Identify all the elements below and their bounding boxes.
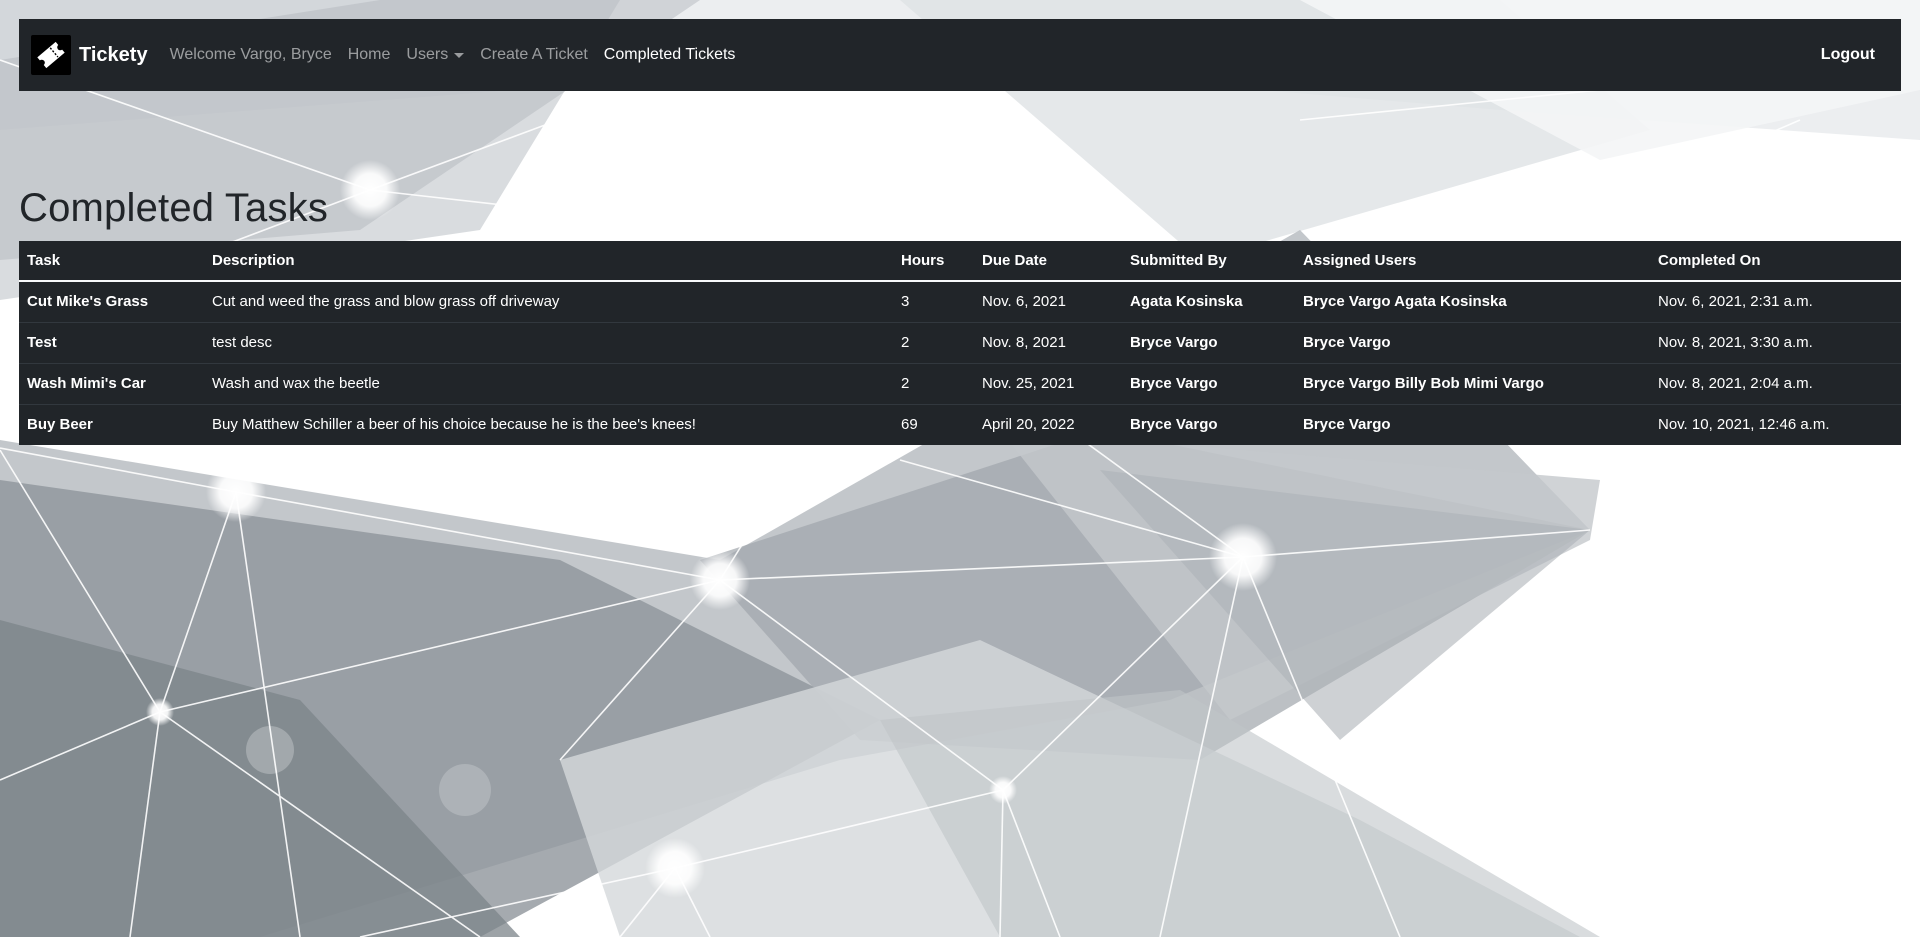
cell-task: Wash Mimi's Car (27, 375, 146, 392)
nav-home-link[interactable]: Home (348, 46, 391, 64)
cell-assigned-users: Bryce Vargo Agata Kosinska (1303, 293, 1507, 311)
table-header: Task Description Hours Due Date Submitte… (19, 241, 1901, 282)
top-navbar: Tickety Welcome Vargo, Bryce Home Users … (19, 19, 1901, 91)
header-description: Description (204, 241, 893, 282)
header-completed-on: Completed On (1650, 241, 1901, 282)
cell-description: Wash and wax the beetle (212, 375, 380, 392)
cell-submitted-by: Bryce Vargo (1130, 375, 1218, 392)
completed-tasks-table-wrap: Task Description Hours Due Date Submitte… (19, 241, 1901, 445)
cell-task: Cut Mike's Grass (27, 293, 149, 311)
nav-links: Welcome Vargo, Bryce Home Users Create A… (170, 46, 752, 64)
cell-description: Cut and weed the grass and blow grass of… (212, 293, 560, 311)
logout-link[interactable]: Logout (1821, 46, 1875, 64)
cell-due-date: Nov. 8, 2021 (982, 334, 1066, 351)
brand-link[interactable]: Tickety (31, 35, 148, 75)
table-body: Cut Mike's Grass Cut and weed the grass … (19, 281, 1901, 445)
header-hours: Hours (893, 241, 974, 282)
cell-assigned-users: Bryce Vargo (1303, 334, 1391, 351)
caret-down-icon (454, 52, 465, 58)
cell-assigned-users: Bryce Vargo (1303, 416, 1391, 434)
cell-hours: 3 (901, 293, 910, 311)
cell-completed-on: Nov. 8, 2021, 2:04 a.m. (1658, 375, 1813, 392)
nav-users-label: Users (406, 46, 449, 63)
cell-completed-on: Nov. 10, 2021, 12:46 a.m. (1658, 416, 1830, 434)
background-network-image (0, 0, 1920, 937)
cell-due-date: April 20, 2022 (982, 416, 1075, 434)
table-row: Cut Mike's Grass Cut and weed the grass … (19, 281, 1901, 322)
cell-submitted-by: Bryce Vargo (1130, 334, 1218, 351)
cell-task: Buy Beer (27, 416, 93, 434)
cell-due-date: Nov. 25, 2021 (982, 375, 1075, 392)
table-row: Buy Beer Buy Matthew Schiller a beer of … (19, 404, 1901, 445)
cell-completed-on: Nov. 6, 2021, 2:31 a.m. (1658, 293, 1813, 311)
cell-due-date: Nov. 6, 2021 (982, 293, 1066, 311)
table-row: Wash Mimi's Car Wash and wax the beetle … (19, 363, 1901, 404)
page-title: Completed Tasks (19, 186, 329, 230)
nav-users-dropdown[interactable]: Users (406, 46, 465, 64)
cell-hours: 2 (901, 334, 910, 351)
header-task: Task (19, 241, 204, 282)
cell-completed-on: Nov. 8, 2021, 3:30 a.m. (1658, 334, 1813, 351)
completed-tasks-table: Task Description Hours Due Date Submitte… (19, 241, 1901, 445)
nav-completed-tickets-link[interactable]: Completed Tickets (604, 46, 736, 64)
ticket-icon (31, 35, 71, 75)
cell-task: Test (27, 334, 57, 351)
cell-description: Buy Matthew Schiller a beer of his choic… (212, 416, 696, 434)
header-submitted-by: Submitted By (1122, 241, 1295, 282)
cell-hours: 2 (901, 375, 910, 392)
nav-create-ticket-link[interactable]: Create A Ticket (480, 46, 588, 64)
cell-submitted-by: Bryce Vargo (1130, 416, 1218, 434)
table-header-row: Task Description Hours Due Date Submitte… (19, 241, 1901, 282)
cell-submitted-by: Agata Kosinska (1130, 293, 1243, 311)
header-assigned-users: Assigned Users (1295, 241, 1650, 282)
welcome-text: Welcome Vargo, Bryce (169, 46, 332, 63)
cell-assigned-users: Bryce Vargo Billy Bob Mimi Vargo (1303, 375, 1544, 392)
table-row: Test test desc 2 Nov. 8, 2021 Bryce Varg… (19, 322, 1901, 363)
cell-hours: 69 (901, 416, 918, 434)
cell-description: test desc (212, 334, 273, 351)
brand-name: Tickety (79, 43, 148, 66)
header-due-date: Due Date (974, 241, 1122, 282)
